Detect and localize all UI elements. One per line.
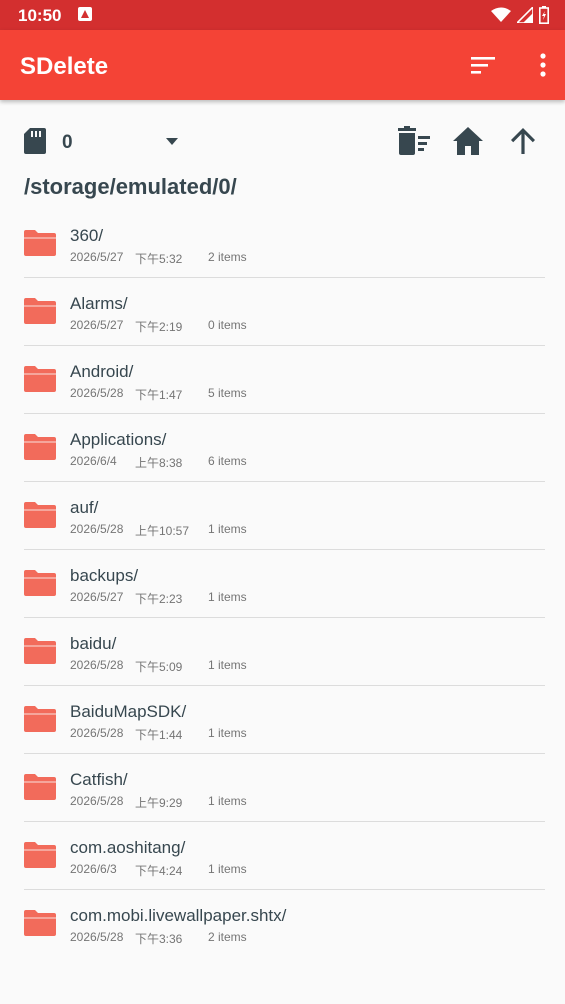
folder-icon xyxy=(24,842,56,868)
folder-icon xyxy=(24,910,56,936)
notification-icon xyxy=(78,7,92,21)
item-count: 2 items xyxy=(208,250,247,264)
list-item[interactable]: Applications/2026/6/4 上午8:38 6 items xyxy=(24,414,545,482)
item-date: 2026/5/28 xyxy=(70,658,124,672)
item-time: 下午2:19 xyxy=(135,320,183,334)
app-bar: SDelete xyxy=(0,30,565,100)
item-time: 上午9:29 xyxy=(135,796,183,810)
folder-icon xyxy=(24,434,56,460)
item-date: 2026/5/28 xyxy=(70,726,124,740)
delete-list-icon[interactable] xyxy=(396,126,432,156)
list-item[interactable]: Android/2026/5/28 下午1:47 5 items xyxy=(24,346,545,414)
list-item[interactable]: com.mobi.livewallpaper.shtx/2026/5/28 下午3… xyxy=(24,890,545,957)
item-time: 下午4:24 xyxy=(135,864,183,878)
item-count: 1 items xyxy=(208,522,247,536)
item-date: 2026/5/27 xyxy=(70,318,124,332)
item-count: 1 items xyxy=(208,794,247,808)
list-item[interactable]: auf/2026/5/28 上午10:57 1 items xyxy=(24,482,545,550)
list-item[interactable]: Alarms/2026/5/27 下午2:19 0 items xyxy=(24,278,545,346)
system-icons xyxy=(491,6,549,24)
storage-toolbar: 0 xyxy=(0,120,565,164)
item-date: 2026/5/27 xyxy=(70,250,124,264)
item-name: com.aoshitang/ xyxy=(70,838,186,857)
item-date: 2026/5/28 xyxy=(70,386,124,400)
item-time: 下午1:44 xyxy=(135,728,183,742)
more-options-icon[interactable] xyxy=(539,52,547,78)
item-name: BaiduMapSDK/ xyxy=(70,702,187,721)
list-item[interactable]: BaiduMapSDK/2026/5/28 下午1:44 1 items xyxy=(24,686,545,754)
file-list: 360/2026/5/27 下午5:32 2 items Alarms/2026/5/… xyxy=(0,210,565,957)
item-name: Alarms/ xyxy=(70,294,128,313)
folder-icon xyxy=(24,366,56,392)
item-count: 1 items xyxy=(208,590,247,604)
arrow-up-icon[interactable] xyxy=(508,126,538,156)
item-date: 2026/5/28 xyxy=(70,522,124,536)
item-name: com.mobi.livewallpaper.shtx/ xyxy=(70,906,287,925)
item-name: Android/ xyxy=(70,362,134,381)
item-date: 2026/5/28 xyxy=(70,930,124,944)
item-date: 2026/5/28 xyxy=(70,794,124,808)
item-time: 下午1:47 xyxy=(135,388,183,402)
item-count: 1 items xyxy=(208,658,247,672)
app-title: SDelete xyxy=(20,53,109,80)
folder-icon xyxy=(24,230,56,256)
sort-icon[interactable] xyxy=(471,53,497,77)
item-count: 2 items xyxy=(208,930,247,944)
item-time: 下午5:09 xyxy=(135,660,183,674)
status-bar: 10:50 xyxy=(0,0,565,30)
dropdown-arrow-icon[interactable] xyxy=(164,136,180,146)
folder-icon xyxy=(24,570,56,596)
list-item[interactable]: 360/2026/5/27 下午5:32 2 items xyxy=(24,210,545,278)
sd-card-icon xyxy=(24,128,46,154)
battery-icon xyxy=(539,6,549,24)
item-time: 上午8:38 xyxy=(135,456,183,470)
list-item[interactable]: backups/2026/5/27 下午2:23 1 items xyxy=(24,550,545,618)
folder-icon xyxy=(24,298,56,324)
item-name: baidu/ xyxy=(70,634,117,653)
item-name: backups/ xyxy=(70,566,139,585)
item-time: 下午2:23 xyxy=(135,592,183,606)
item-count: 1 items xyxy=(208,726,247,740)
status-time: 10:50 xyxy=(18,6,62,25)
item-name: Catfish/ xyxy=(70,770,128,789)
wifi-icon xyxy=(491,7,511,22)
folder-icon xyxy=(24,502,56,528)
folder-icon xyxy=(24,638,56,664)
item-name: auf/ xyxy=(70,498,99,517)
current-path: /storage/emulated/0/ xyxy=(24,174,237,199)
item-time: 上午10:57 xyxy=(135,524,190,538)
item-count: 5 items xyxy=(208,386,247,400)
item-name: Applications/ xyxy=(70,430,167,449)
folder-icon xyxy=(24,706,56,732)
signal-icon xyxy=(517,7,533,23)
list-item[interactable]: com.aoshitang/2026/6/3 下午4:24 1 items xyxy=(24,822,545,890)
home-icon[interactable] xyxy=(452,126,484,156)
folder-icon xyxy=(24,774,56,800)
storage-selector-value[interactable]: 0 xyxy=(62,132,73,154)
item-time: 下午5:32 xyxy=(135,252,183,266)
item-count: 1 items xyxy=(208,862,247,876)
item-count: 6 items xyxy=(208,454,247,468)
list-item[interactable]: Catfish/2026/5/28 上午9:29 1 items xyxy=(24,754,545,822)
item-date: 2026/6/3 xyxy=(70,862,117,876)
item-count: 0 items xyxy=(208,318,247,332)
item-date: 2026/6/4 xyxy=(70,454,117,468)
item-name: 360/ xyxy=(70,226,104,245)
item-date: 2026/5/27 xyxy=(70,590,124,604)
list-item[interactable]: baidu/2026/5/28 下午5:09 1 items xyxy=(24,618,545,686)
item-time: 下午3:36 xyxy=(135,932,183,946)
